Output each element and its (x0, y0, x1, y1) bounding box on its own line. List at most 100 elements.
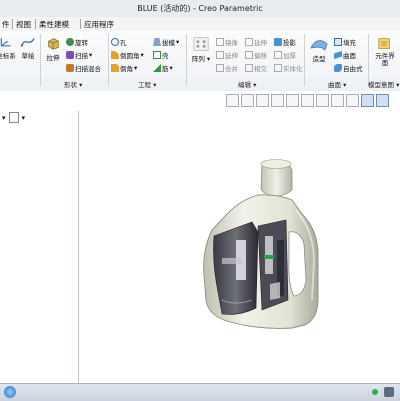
pattern-icon (193, 37, 209, 51)
revolve-button[interactable]: 旋转 (66, 37, 88, 47)
windows-taskbar (0, 383, 400, 401)
tab-applications[interactable]: 应用程序 (84, 19, 114, 30)
mirror-button[interactable]: 镜像 (216, 37, 238, 47)
model-intent-group-dropdown-icon[interactable]: ▾ (396, 81, 399, 89)
swept-blend-icon (66, 64, 74, 72)
group-divider (40, 34, 41, 86)
revolve-icon (66, 38, 74, 46)
round-icon (111, 51, 119, 59)
merge-label: 合并 (225, 65, 238, 73)
tray-icon[interactable] (384, 387, 394, 397)
orient-icon[interactable] (286, 94, 299, 107)
sweep-button[interactable]: 扫描 ▾ (66, 50, 92, 60)
draft-button[interactable]: 拔模 ▾ (153, 37, 179, 47)
datum-display-icon[interactable] (331, 94, 344, 107)
model-tree-toolbar: ▾ ▾ (2, 112, 25, 123)
round-dropdown-icon[interactable]: ▾ (141, 51, 144, 59)
zoom-out-icon[interactable] (256, 94, 269, 107)
freestyle-icon (334, 64, 342, 72)
edit-group-dropdown-icon[interactable]: ▾ (253, 81, 256, 89)
component-interface-label: 元件界面 (375, 52, 395, 67)
title-bar: BLUE (活动的) - Creo Parametric (0, 0, 400, 18)
pattern-label: 阵列 (191, 55, 205, 63)
extrude-button[interactable]: 拉伸 (42, 35, 64, 62)
sketch-button[interactable]: 草绘 (18, 35, 38, 60)
rib-label: 筋 (162, 65, 169, 73)
merge-button[interactable]: 合并 (216, 63, 238, 73)
fill-pattern-label: 延伸 (225, 52, 238, 60)
fill-icon (334, 38, 342, 46)
view-toolbar (226, 93, 389, 109)
project-button[interactable]: 投影 (274, 37, 296, 47)
surface-group-dropdown-icon[interactable]: ▾ (343, 81, 346, 89)
settings-icon[interactable] (8, 112, 19, 123)
engineering-group-label: 工程 ▾ (138, 81, 157, 89)
round-label: 倒圆角 (120, 52, 140, 60)
chamfer-icon (111, 64, 119, 72)
edit-group-label: 编辑 ▾ (238, 81, 257, 89)
pattern-dropdown-icon[interactable]: ▾ (207, 55, 210, 63)
boundary-blend-button[interactable]: 曲面 (334, 50, 356, 60)
tab-flexible-modeling[interactable]: 柔性建模 (39, 19, 69, 30)
freestyle-label: 自由式 (343, 65, 363, 73)
extrude-label: 拉伸 (46, 54, 60, 62)
repaint-icon[interactable] (271, 94, 284, 107)
extend-button[interactable]: 延伸 (245, 37, 267, 47)
zoom-in-icon[interactable] (241, 94, 254, 107)
tab-divider (35, 19, 36, 29)
style-label: 造型 (312, 55, 326, 63)
pattern-button[interactable]: 阵列 ▾ (190, 36, 212, 63)
start-icon[interactable] (4, 386, 16, 398)
intersect-button[interactable]: 相交 (245, 63, 267, 73)
tab-view[interactable]: 视图 (16, 19, 31, 30)
rib-dropdown-icon[interactable]: ▾ (170, 64, 173, 72)
swept-blend-label: 扫描混合 (75, 65, 101, 73)
solidify-button[interactable]: 实体化 (274, 63, 303, 73)
fill-label: 填充 (343, 39, 356, 47)
display-style-icon[interactable] (316, 94, 329, 107)
ribbon: 坐标系 草绘 拉伸 旋转 扫描 ▾ 扫描混合 形状 ▾ 孔 (0, 31, 400, 92)
sweep-dropdown-icon[interactable]: ▾ (89, 51, 92, 59)
project-icon (274, 38, 282, 46)
extend-label: 延伸 (254, 39, 267, 47)
draft-dropdown-icon[interactable]: ▾ (176, 38, 179, 46)
engineering-group-dropdown-icon[interactable]: ▾ (153, 81, 156, 89)
round-button[interactable]: 倒圆角 ▾ (111, 50, 144, 60)
solidify-label: 实体化 (283, 65, 303, 73)
dropdown-arrow-icon[interactable]: ▾ (22, 114, 26, 122)
chamfer-label: 倒角 (120, 65, 133, 73)
fill-button[interactable]: 填充 (334, 37, 356, 47)
chamfer-button[interactable]: 倒角 ▾ (111, 63, 137, 73)
coordinate-system-label: 坐标系 (0, 52, 16, 60)
revolve-label: 旋转 (75, 39, 88, 47)
shell-button[interactable]: 壳 (153, 50, 169, 60)
extrude-icon (48, 38, 59, 50)
shell-icon (153, 51, 161, 59)
dropdown-arrow-icon[interactable]: ▾ (2, 114, 6, 122)
query-select-icon[interactable] (376, 94, 389, 107)
fill-pattern-button[interactable]: 延伸 (216, 50, 238, 60)
chamfer-dropdown-icon[interactable]: ▾ (134, 64, 137, 72)
rib-button[interactable]: 筋 ▾ (153, 63, 173, 73)
annotation-display-icon[interactable] (346, 94, 359, 107)
thicken-button[interactable]: 加厚 (274, 50, 296, 60)
tab-part[interactable]: 件 (2, 19, 10, 30)
spin-center-icon[interactable] (361, 94, 374, 107)
offset-button[interactable]: 偏移 (245, 50, 267, 60)
component-interface-icon (378, 38, 390, 49)
hole-icon (111, 38, 119, 46)
extend-icon (245, 38, 253, 46)
boundary-blend-label: 曲面 (343, 52, 356, 60)
swept-blend-button[interactable]: 扫描混合 (66, 63, 101, 73)
rib-icon (153, 64, 161, 72)
saved-views-icon[interactable] (301, 94, 314, 107)
freestyle-button[interactable]: 自由式 (334, 63, 363, 73)
graphics-area[interactable] (79, 111, 400, 383)
model-intent-group-label: 模型意图 ▾ (368, 81, 400, 89)
zoom-fit-icon[interactable] (226, 94, 239, 107)
shape-group-dropdown-icon[interactable]: ▾ (79, 81, 82, 89)
hole-button[interactable]: 孔 (111, 37, 127, 47)
component-interface-button[interactable]: 元件界面 (372, 36, 398, 67)
coordinate-system-button[interactable]: 坐标系 (0, 35, 16, 60)
style-button[interactable]: 造型 (307, 36, 331, 63)
